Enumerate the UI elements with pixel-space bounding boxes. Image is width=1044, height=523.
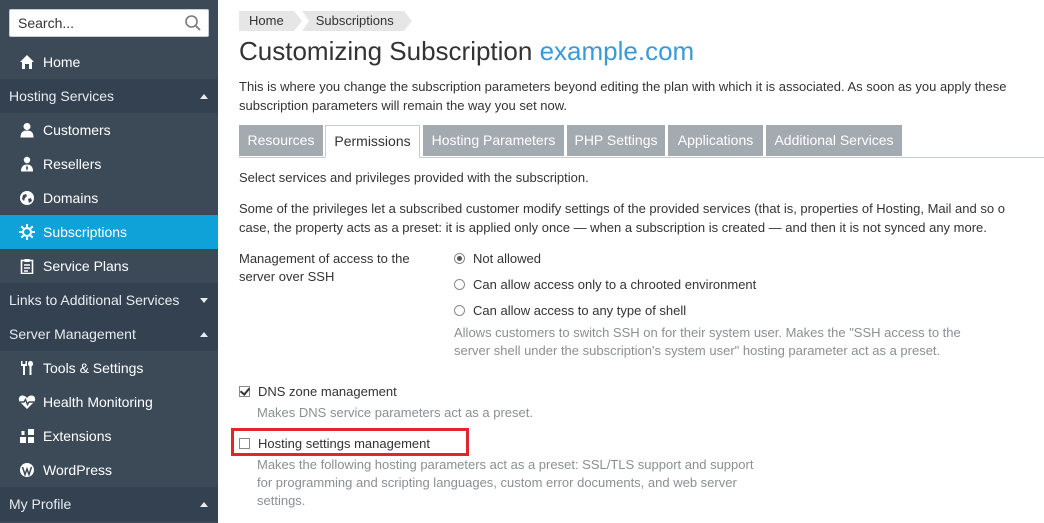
privileges-note: Some of the privileges let a subscribed … <box>239 199 1005 237</box>
ssh-option-any-shell[interactable]: Can allow access to any type of shell <box>454 303 686 318</box>
tab-resources[interactable]: Resources <box>239 125 323 156</box>
ssh-option-label: Not allowed <box>473 251 541 266</box>
section-label: Links to Additional Services <box>9 292 180 308</box>
checkbox-label: Hosting settings management <box>258 436 430 451</box>
ssh-option-label: Can allow access to any type of shell <box>473 303 687 318</box>
sidebar-item-label: Home <box>43 54 81 70</box>
section-hosting-services[interactable]: Hosting Services <box>0 79 218 113</box>
sidebar-item-home[interactable]: Home <box>0 45 218 79</box>
search-box <box>9 9 209 37</box>
tab-applications[interactable]: Applications <box>668 125 763 156</box>
page-title-text: Customizing Subscription <box>239 36 533 66</box>
checkbox[interactable] <box>239 438 250 449</box>
ssh-option-not-allowed[interactable]: Not allowed <box>454 251 541 266</box>
privileges-note-line: Some of the privileges let a subscribed … <box>239 201 1005 216</box>
checkbox-label: DNS zone management <box>258 384 397 399</box>
search-icon[interactable] <box>184 14 202 32</box>
sidebar-item-customers[interactable]: Customers <box>0 113 218 147</box>
tools-icon <box>17 358 37 378</box>
checkbox[interactable] <box>239 386 250 397</box>
clipboard-icon <box>17 256 37 276</box>
ssh-option-chrooted[interactable]: Can allow access only to a chrooted envi… <box>454 277 756 292</box>
tab-permissions[interactable]: Permissions <box>325 125 420 158</box>
sidebar-item-label: Domains <box>43 190 99 206</box>
sidebar-item-label: Resellers <box>43 156 102 172</box>
user-icon <box>17 120 37 140</box>
section-links-additional-services[interactable]: Links to Additional Services <box>0 283 218 317</box>
chevron-down-icon <box>200 298 208 303</box>
page-description-line: subscription parameters will remain the … <box>239 98 568 113</box>
select-services-text: Select services and privileges provided … <box>239 170 589 185</box>
tab-php-settings[interactable]: PHP Settings <box>567 125 665 156</box>
main-content: Home Subscriptions Customizing Subscript… <box>219 0 1044 523</box>
ssh-hint: Allows customers to switch SSH on for th… <box>454 325 961 358</box>
sidebar-item-label: Tools & Settings <box>43 360 144 376</box>
tab-bar: Resources Permissions Hosting Parameters… <box>239 125 1044 158</box>
heart-pulse-icon <box>17 392 37 412</box>
puzzle-icon <box>17 426 37 446</box>
sidebar-item-resellers[interactable]: Resellers <box>0 147 218 181</box>
section-my-profile[interactable]: My Profile <box>0 487 218 521</box>
ssh-access-label: Management of access to the server over … <box>239 251 410 284</box>
sidebar: Home Hosting Services Customers Reseller… <box>0 0 218 523</box>
page-description-line: This is where you change the subscriptio… <box>239 79 1007 94</box>
breadcrumb-home[interactable]: Home <box>239 11 302 31</box>
breadcrumb-subscriptions[interactable]: Subscriptions <box>301 11 412 31</box>
reseller-icon <box>17 154 37 174</box>
home-icon <box>17 52 37 72</box>
page-description: This is where you change the subscriptio… <box>239 77 1044 115</box>
globe-icon <box>17 188 37 208</box>
breadcrumb: Home Subscriptions <box>239 11 412 31</box>
dns-zone-management-option[interactable]: DNS zone management <box>239 384 397 399</box>
section-server-management[interactable]: Server Management <box>0 317 218 351</box>
page-title-domain-link[interactable]: example.com <box>540 36 695 66</box>
dns-hint: Makes DNS service parameters act as a pr… <box>257 405 533 420</box>
page-title: Customizing Subscription example.com <box>239 36 694 67</box>
sidebar-item-extensions[interactable]: Extensions <box>0 419 218 453</box>
radio-button[interactable] <box>454 279 465 290</box>
search-input[interactable] <box>10 10 184 36</box>
hosting-settings-hint: Makes the following hosting parameters a… <box>257 457 754 508</box>
privileges-note-line: case, the property acts as a preset: it … <box>239 220 987 235</box>
sidebar-item-subscriptions[interactable]: Subscriptions <box>0 215 218 249</box>
sidebar-item-label: Subscriptions <box>43 224 128 240</box>
tab-additional-services[interactable]: Additional Services <box>766 125 902 156</box>
sidebar-item-service-plans[interactable]: Service Plans <box>0 249 218 283</box>
sidebar-item-label: Health Monitoring <box>43 394 153 410</box>
sidebar-item-label: WordPress <box>43 462 112 478</box>
section-label: My Profile <box>9 496 72 512</box>
hosting-settings-management-option[interactable]: Hosting settings management <box>239 436 430 451</box>
sidebar-item-label: Extensions <box>43 428 112 444</box>
chevron-up-icon <box>200 502 208 507</box>
sidebar-item-domains[interactable]: Domains <box>0 181 218 215</box>
chevron-up-icon <box>200 332 208 337</box>
chevron-up-icon <box>200 94 208 99</box>
gear-icon <box>17 222 37 242</box>
sidebar-item-label: Customers <box>43 122 111 138</box>
section-label: Server Management <box>9 326 136 342</box>
section-label: Hosting Services <box>9 88 115 104</box>
ssh-option-label: Can allow access only to a chrooted envi… <box>473 277 757 292</box>
sidebar-item-tools-settings[interactable]: Tools & Settings <box>0 351 218 385</box>
sidebar-item-health-monitoring[interactable]: Health Monitoring <box>0 385 218 419</box>
tab-hosting-parameters[interactable]: Hosting Parameters <box>423 125 564 156</box>
sidebar-nav: Home Hosting Services Customers Reseller… <box>0 45 218 521</box>
radio-button[interactable] <box>454 305 465 316</box>
sidebar-item-wordpress[interactable]: WordPress <box>0 453 218 487</box>
sidebar-item-label: Service Plans <box>43 258 129 274</box>
wordpress-icon <box>17 460 37 480</box>
radio-button[interactable] <box>454 253 465 264</box>
